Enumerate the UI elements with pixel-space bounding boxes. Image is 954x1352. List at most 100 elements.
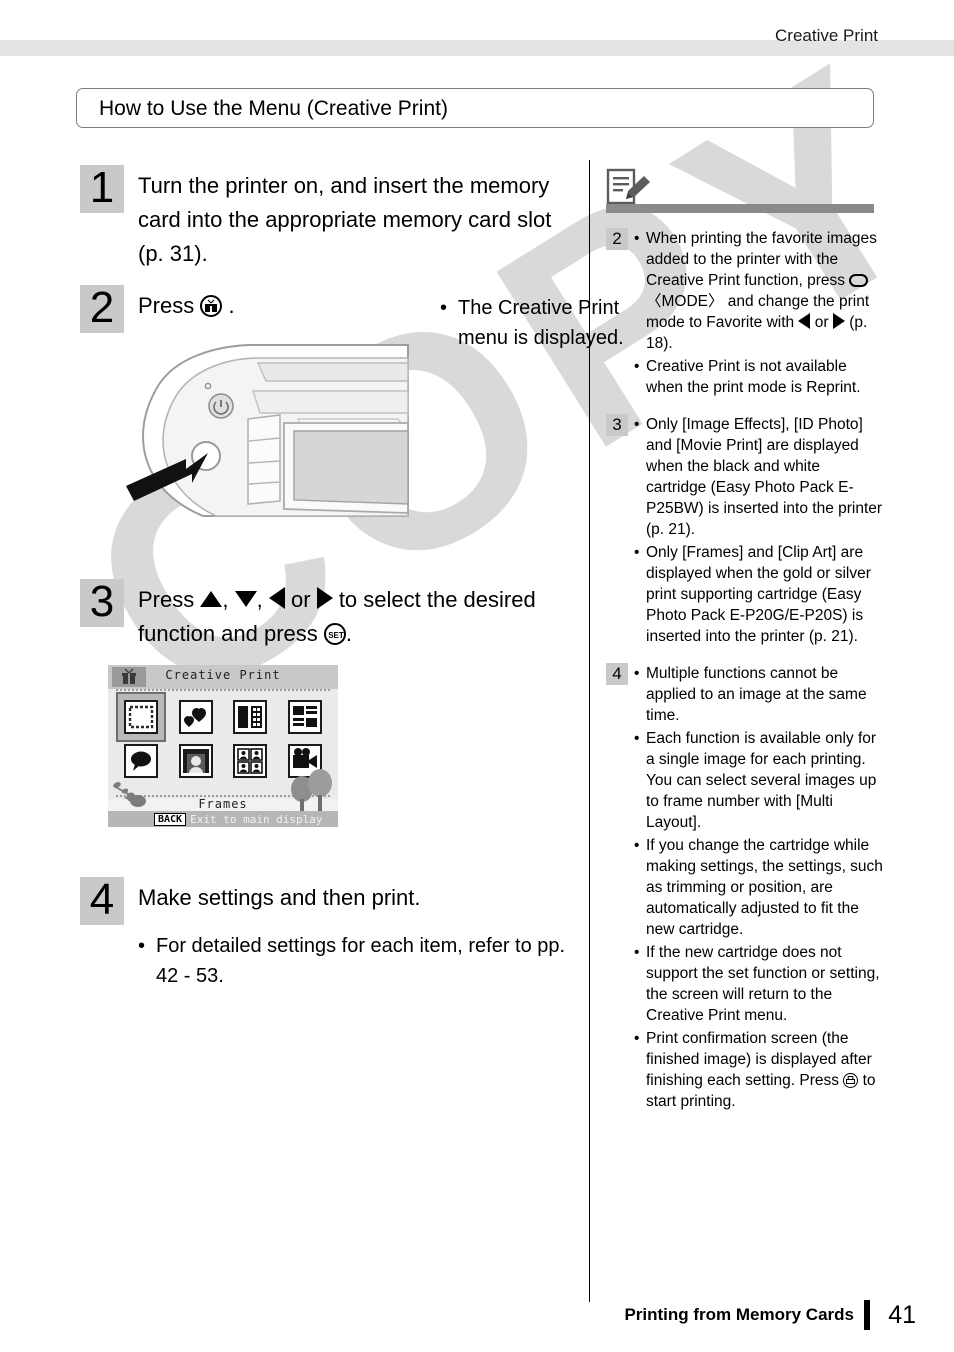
note-bullet: • Creative Print is not available when th… (634, 356, 884, 398)
notes-header (606, 168, 884, 214)
bullet-dot: • (634, 1030, 640, 1047)
notes-column: 2 • When printing the favorite images adde… (606, 168, 884, 1114)
bullet-dot: • (634, 837, 640, 854)
left-arrow-icon (268, 587, 285, 609)
up-arrow-icon (200, 591, 223, 607)
step-4-note: • For detailed settings for each item, r… (138, 931, 580, 991)
bird-decoration (113, 782, 146, 807)
step-3-press-label: Press (138, 587, 195, 612)
step-3-number: 3 (80, 579, 124, 627)
lcd-tile-calendar[interactable] (169, 739, 224, 783)
step-4: 4 Make settings and then print. • For de… (80, 877, 580, 991)
note-bullet-text: Multiple functions cannot be applied to … (646, 663, 884, 726)
creative-print-button-icon (200, 295, 223, 317)
step-4-note-text: For detailed settings for each item, ref… (156, 935, 566, 987)
lcd-title: Creative Print (165, 668, 281, 682)
note-text-run: Print confirmation screen (the finished … (646, 1030, 872, 1089)
step-1-text: Turn the printer on, and insert the memo… (138, 173, 552, 266)
note-bullet-text: Creative Print is not available when the… (646, 356, 884, 398)
note-bullet-list: • When printing the favorite images added… (634, 228, 884, 400)
step-3-or-label: or (291, 587, 311, 612)
mode-button-icon (849, 274, 869, 287)
bullet-dot: • (138, 935, 146, 957)
lcd-tile-frames[interactable] (114, 692, 169, 742)
bullet-dot: • (634, 665, 640, 682)
bullet-dot: • (634, 544, 640, 561)
note-text-run: If the new cartridge does not support th… (646, 944, 880, 1024)
note-block-4: 4 • Multiple functions cannot be applied t… (606, 663, 884, 1114)
note-bullet: • If the new cartridge does not support t… (634, 942, 884, 1026)
clip-art-icon (178, 700, 213, 734)
note-step-number: 3 (606, 414, 628, 436)
speech-balloon-icon (124, 744, 159, 778)
note-bullet-list: • Multiple functions cannot be applied to… (634, 663, 884, 1114)
notes-header-bar (606, 204, 874, 213)
note-bullet-text: Each function is available only for a si… (646, 728, 884, 833)
frames-icon (124, 700, 159, 734)
step-3-sep-1: , (222, 587, 229, 612)
note-bullet: • Only [Image Effects], [ID Photo] and [M… (634, 414, 884, 540)
step-3: 3 Press , , or to select the desired fun… (80, 579, 580, 827)
note-text-run: If you change the cartridge while making… (646, 837, 883, 938)
bullet-dot: • (634, 230, 640, 247)
step-2-number: 2 (80, 285, 124, 333)
lcd-selection-highlight (116, 692, 167, 742)
note-text-run: Multiple functions cannot be applied to … (646, 665, 867, 724)
main-steps-column: 1 Turn the printer on, and insert the me… (80, 165, 624, 995)
lcd-tile-clip-art[interactable] (169, 695, 224, 739)
note-block-3: 3 • Only [Image Effects], [ID Photo] and [… (606, 414, 884, 649)
footer-chapter: Printing from Memory Cards (624, 1305, 854, 1324)
back-key-label[interactable]: BACK (154, 812, 187, 826)
note-bullet-list: • Only [Image Effects], [ID Photo] and [M… (634, 414, 884, 649)
id-photo-icon (233, 744, 268, 778)
down-arrow-icon (234, 591, 257, 607)
page-number: 41 (888, 1301, 916, 1329)
set-button-icon: SET (323, 623, 346, 645)
image-effects-icon (287, 700, 322, 734)
note-bullet-text: When printing the favorite images added … (646, 228, 884, 354)
step-2-text-after: . (228, 293, 235, 318)
lcd-exit-hint: Exit to main display (190, 812, 323, 826)
print-button-icon (843, 1073, 859, 1088)
note-text-run: Each function is available only for a si… (646, 730, 877, 831)
page-title: How to Use the Menu (Creative Print) (99, 97, 448, 120)
step-1: 1 Turn the printer on, and insert the me… (80, 165, 580, 271)
trees-decoration (291, 769, 332, 811)
right-arrow-icon (832, 313, 845, 329)
note-step-number: 4 (606, 663, 628, 685)
note-bullet: • Print confirmation screen (the finished… (634, 1028, 884, 1112)
step-2-text-before: Press (138, 293, 195, 318)
lcd-tile-id-photo[interactable] (223, 739, 278, 783)
note-bullet-text: Only [Frames] and [Clip Art] are display… (646, 542, 884, 647)
lcd-tile-multi-layout[interactable] (223, 695, 278, 739)
lcd-tile-image-effects[interactable] (278, 695, 333, 739)
note-step-number: 2 (606, 228, 628, 250)
note-text-run: Only [Image Effects], [ID Photo] and [Mo… (646, 416, 883, 538)
footer-rule (864, 1300, 870, 1330)
step-3-text: Press , , or to select the desired funct… (138, 579, 580, 651)
note-bullet-text: If the new cartridge does not support th… (646, 942, 884, 1026)
printer-illustration (108, 341, 438, 521)
bullet-dot: • (634, 944, 640, 961)
note-bullet: • If you change the cartridge while makin… (634, 835, 884, 940)
bullet-dot: • (634, 730, 640, 747)
step-3-sep-2: , (256, 587, 263, 612)
svg-text:SET: SET (328, 631, 344, 640)
note-bullet-text: If you change the cartridge while making… (646, 835, 884, 940)
multi-layout-icon (233, 700, 268, 734)
right-arrow-icon (316, 587, 333, 609)
bullet-dot: • (440, 297, 448, 319)
bullet-dot: • (634, 358, 640, 375)
section-title-box: How to Use the Menu (Creative Print) (76, 88, 874, 128)
left-arrow-icon (798, 313, 811, 329)
step-3-period: . (345, 621, 353, 646)
calendar-icon (178, 744, 213, 778)
note-text-run: Creative Print is not available when the… (646, 358, 861, 396)
step-4-number: 4 (80, 877, 124, 925)
notes-list: 2 • When printing the favorite images adde… (606, 228, 884, 1114)
note-text-run: When printing the favorite images added … (646, 230, 877, 289)
note-bullet: • When printing the favorite images added… (634, 228, 884, 354)
note-text-run: or (810, 314, 833, 331)
step-1-number: 1 (80, 165, 124, 213)
note-block-2: 2 • When printing the favorite images adde… (606, 228, 884, 400)
